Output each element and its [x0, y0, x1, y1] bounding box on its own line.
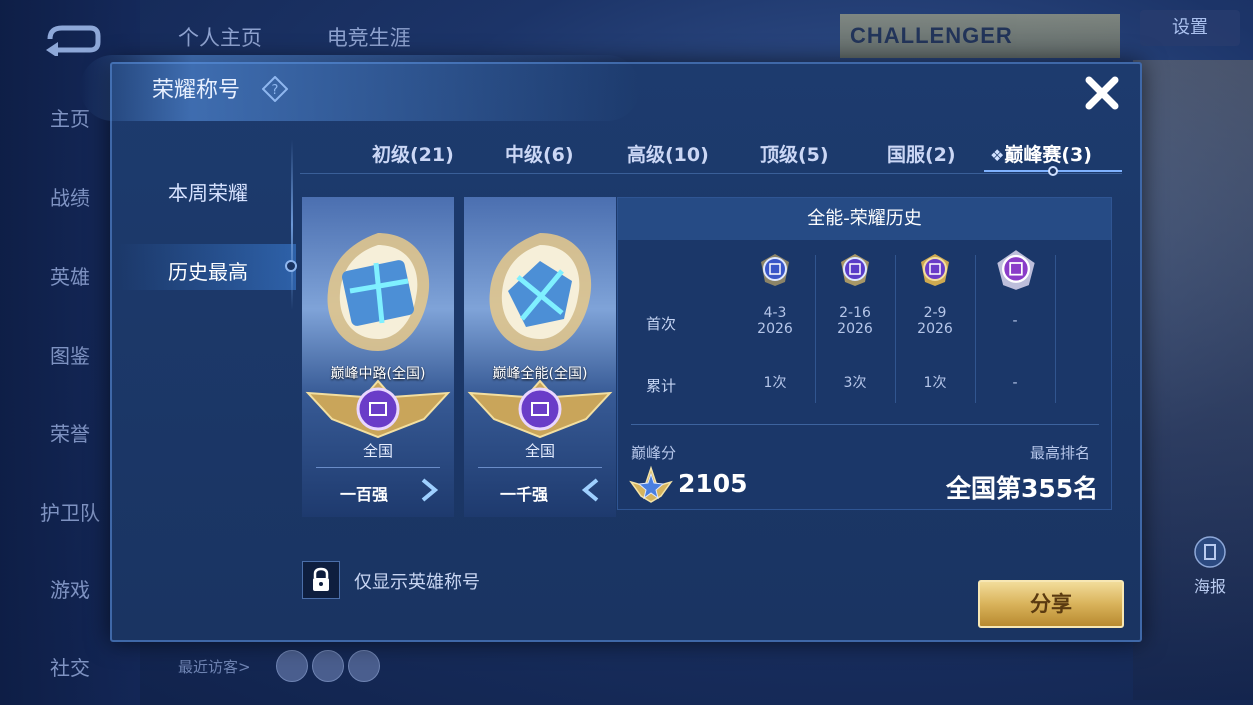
history-divider: [631, 424, 1099, 425]
first-date-cell: 2-16 2026: [815, 305, 895, 337]
card-separator: [316, 467, 440, 468]
hero-title-filter-label[interactable]: 仅显示英雄称号: [354, 568, 480, 594]
background-top-tabs: 个人主页 电竞生涯: [178, 22, 469, 52]
title-card-all-round[interactable]: 巅峰全能(全国) 全国 一千强: [464, 197, 616, 517]
recent-visitors-label[interactable]: 最近访客>: [178, 656, 251, 677]
share-button[interactable]: 分享: [978, 580, 1124, 628]
tab-intermediate[interactable]: 中级(6): [505, 140, 574, 167]
avatar[interactable]: [276, 650, 308, 682]
card-region: 全国: [362, 442, 393, 460]
tab-personal-home[interactable]: 个人主页: [178, 26, 262, 50]
peak-star-icon: [629, 465, 673, 503]
back-arrow-icon[interactable]: [40, 22, 102, 56]
background-character-art: [1133, 60, 1253, 700]
settings-button[interactable]: 设置: [1140, 10, 1240, 46]
rank-medal-icon: [841, 254, 869, 286]
first-date-year: 2026: [757, 321, 793, 337]
side-menu-indicator: [285, 260, 297, 272]
total-count-cell: 1次: [763, 375, 787, 391]
column-divider: [1055, 255, 1056, 403]
row-label-total: 累计: [646, 377, 677, 395]
best-rank-label: 最高排名: [1030, 444, 1091, 462]
total-count-cell: 3次: [843, 375, 867, 391]
close-icon[interactable]: [1083, 74, 1121, 112]
chevron-left-icon[interactable]: [580, 477, 602, 503]
rank-medal-icon: [997, 250, 1035, 290]
avatar[interactable]: [348, 650, 380, 682]
first-date-day: 2-9: [923, 305, 947, 321]
dialog-title: 荣耀称号: [152, 78, 241, 103]
rank-medal-icon: [761, 254, 789, 286]
rank-medal-icon: [921, 254, 949, 286]
honor-history-panel: 全能-荣耀历史: [617, 197, 1112, 510]
best-rank-value: 全国第355名: [946, 474, 1099, 503]
poster-label: 海报: [1193, 577, 1226, 596]
side-menu-divider: [291, 140, 293, 310]
card-rank: 一百强: [340, 485, 389, 504]
first-date-year: 2026: [917, 321, 953, 337]
poster-icon: [1194, 536, 1226, 568]
tab-national[interactable]: 国服(2): [887, 140, 956, 167]
cube-emblem-icon: [327, 233, 430, 351]
card-rank: 一千强: [500, 485, 549, 504]
help-icon[interactable]: ?: [262, 76, 288, 102]
first-date-year: 2026: [837, 321, 873, 337]
row-label-first: 首次: [646, 315, 677, 333]
title-card-mid-lane[interactable]: 巅峰中路(全国) 全国 一百强: [302, 197, 454, 517]
poster-button[interactable]: 海报: [1190, 535, 1230, 597]
tab-peak-match-label: 巅峰赛(3): [1004, 144, 1092, 166]
tab-peak-match[interactable]: ❖巅峰赛(3): [990, 140, 1092, 167]
history-header: 全能-荣耀历史: [618, 198, 1111, 240]
card-separator: [478, 467, 602, 468]
first-date-cell: 4-3 2026: [735, 305, 815, 337]
first-date-cell: -: [975, 313, 1055, 329]
first-date-cell: 2-9 2026: [895, 305, 975, 337]
svg-text:?: ?: [272, 83, 279, 98]
avatar[interactable]: [312, 650, 344, 682]
rank-badge-icon: [305, 379, 451, 439]
active-tab-underline: [984, 166, 1122, 176]
total-count-cell: -: [1012, 375, 1018, 391]
lock-icon: [313, 567, 329, 591]
first-date-day: 4-3: [763, 305, 787, 321]
challenger-banner: CHALLENGER: [840, 14, 1120, 58]
card-region: 全国: [524, 442, 555, 460]
rank-badge-icon: [467, 379, 613, 439]
chevron-right-icon[interactable]: [418, 477, 440, 503]
first-date-day: 2-16: [839, 305, 871, 321]
total-count-cell: 1次: [923, 375, 947, 391]
background-nav-item[interactable]: 社交: [0, 652, 140, 681]
tab-top[interactable]: 顶级(5): [760, 140, 829, 167]
cube-emblem-icon: [489, 233, 592, 351]
peak-score-label: 巅峰分: [631, 444, 677, 462]
diamond-icon: ❖: [990, 146, 1005, 165]
side-menu-history-best[interactable]: 历史最高: [168, 256, 248, 285]
peak-score-value: 2105: [678, 469, 748, 498]
hero-title-filter-checkbox[interactable]: [302, 561, 340, 599]
tab-junior[interactable]: 初级(21): [372, 140, 454, 167]
first-date-day: -: [1012, 313, 1018, 329]
tab-advanced[interactable]: 高级(10): [627, 140, 709, 167]
side-menu-weekly-honor[interactable]: 本周荣耀: [168, 177, 248, 206]
tab-esports-career[interactable]: 电竞生涯: [327, 26, 411, 50]
